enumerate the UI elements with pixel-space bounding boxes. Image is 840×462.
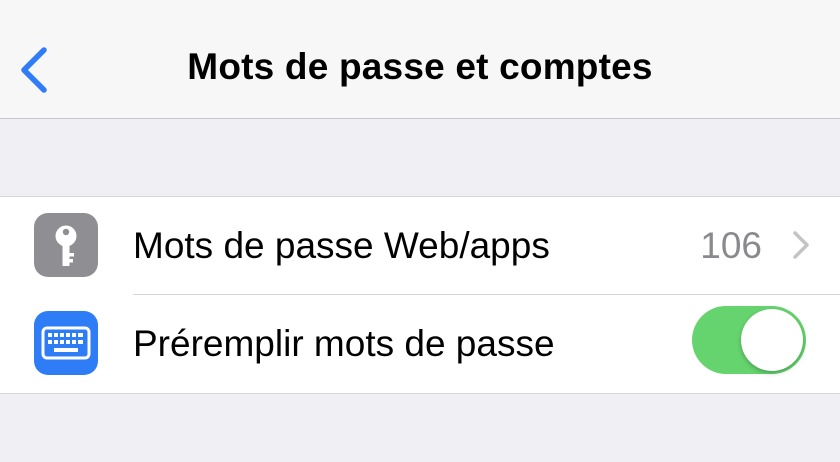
settings-group: Mots de passe Web/apps 106 Préremplir mo… (0, 196, 840, 394)
toggle-knob (741, 309, 803, 371)
autofill-toggle[interactable] (692, 306, 806, 374)
autofill-passwords-row: Préremplir mots de passe (0, 295, 840, 393)
passwords-web-apps-label: Mots de passe Web/apps (133, 225, 550, 266)
passwords-count: 106 (700, 225, 762, 266)
passwords-web-apps-row[interactable]: Mots de passe Web/apps 106 (0, 197, 840, 295)
passwords-app-icon (34, 213, 98, 277)
chevron-right-icon (793, 231, 809, 259)
autofill-app-icon (34, 311, 98, 375)
key-icon (55, 225, 77, 266)
keyboard-icon (41, 326, 91, 360)
autofill-passwords-label: Préremplir mots de passe (133, 323, 555, 364)
page-title: Mots de passe et comptes (187, 46, 653, 87)
navigation-bar: Mots de passe et comptes (0, 0, 840, 119)
